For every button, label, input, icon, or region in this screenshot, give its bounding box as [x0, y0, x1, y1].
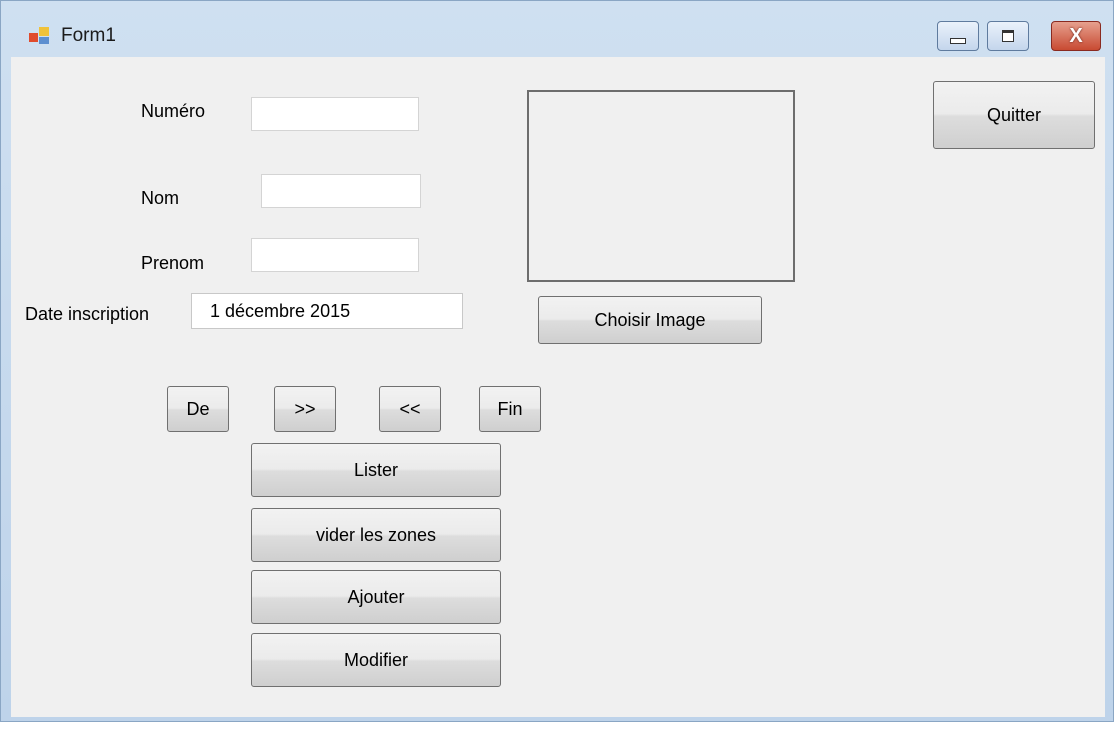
window-title: Form1 — [61, 25, 116, 46]
minimize-icon — [950, 38, 966, 44]
nom-input[interactable] — [261, 174, 421, 208]
close-icon: X — [1069, 25, 1083, 47]
title-bar[interactable]: Form1 X — [1, 1, 1113, 57]
image-picture-box — [527, 90, 795, 282]
prenom-input[interactable] — [251, 238, 419, 272]
close-button[interactable]: X — [1051, 21, 1101, 51]
vider-les-zones-button[interactable]: vider les zones — [251, 508, 501, 562]
desktop-strip — [0, 722, 1114, 732]
prev-button[interactable]: << — [379, 386, 441, 432]
minimize-button[interactable] — [937, 21, 979, 51]
date-inscription-picker[interactable]: 1 décembre 2015 — [191, 293, 622, 329]
quitter-button[interactable]: Quitter — [933, 81, 1095, 149]
date-value: 1 décembre 2015 — [210, 301, 351, 321]
nom-label: Nom — [141, 188, 180, 208]
fin-button[interactable]: Fin — [479, 386, 541, 432]
form-client-area: Numéro Nom Prenom Date inscription 1 déc… — [11, 57, 1105, 717]
numero-label: Numéro — [141, 101, 206, 121]
ajouter-button[interactable]: Ajouter — [251, 570, 501, 624]
date-inscription-label: Date inscription — [25, 304, 150, 324]
maximize-button[interactable] — [987, 21, 1029, 51]
next-button[interactable]: >> — [274, 386, 336, 432]
app-icon[interactable] — [29, 27, 51, 47]
maximize-icon — [1002, 30, 1014, 42]
form1-window: Form1 X Numéro Nom Prenom Date inscripti… — [0, 0, 1114, 722]
modifier-button[interactable]: Modifier — [251, 633, 501, 687]
choisir-image-button[interactable]: Choisir Image — [538, 296, 762, 344]
numero-input[interactable] — [251, 97, 419, 131]
prenom-label: Prenom — [141, 253, 205, 273]
lister-button[interactable]: Lister — [251, 443, 501, 497]
de-button[interactable]: De — [167, 386, 229, 432]
